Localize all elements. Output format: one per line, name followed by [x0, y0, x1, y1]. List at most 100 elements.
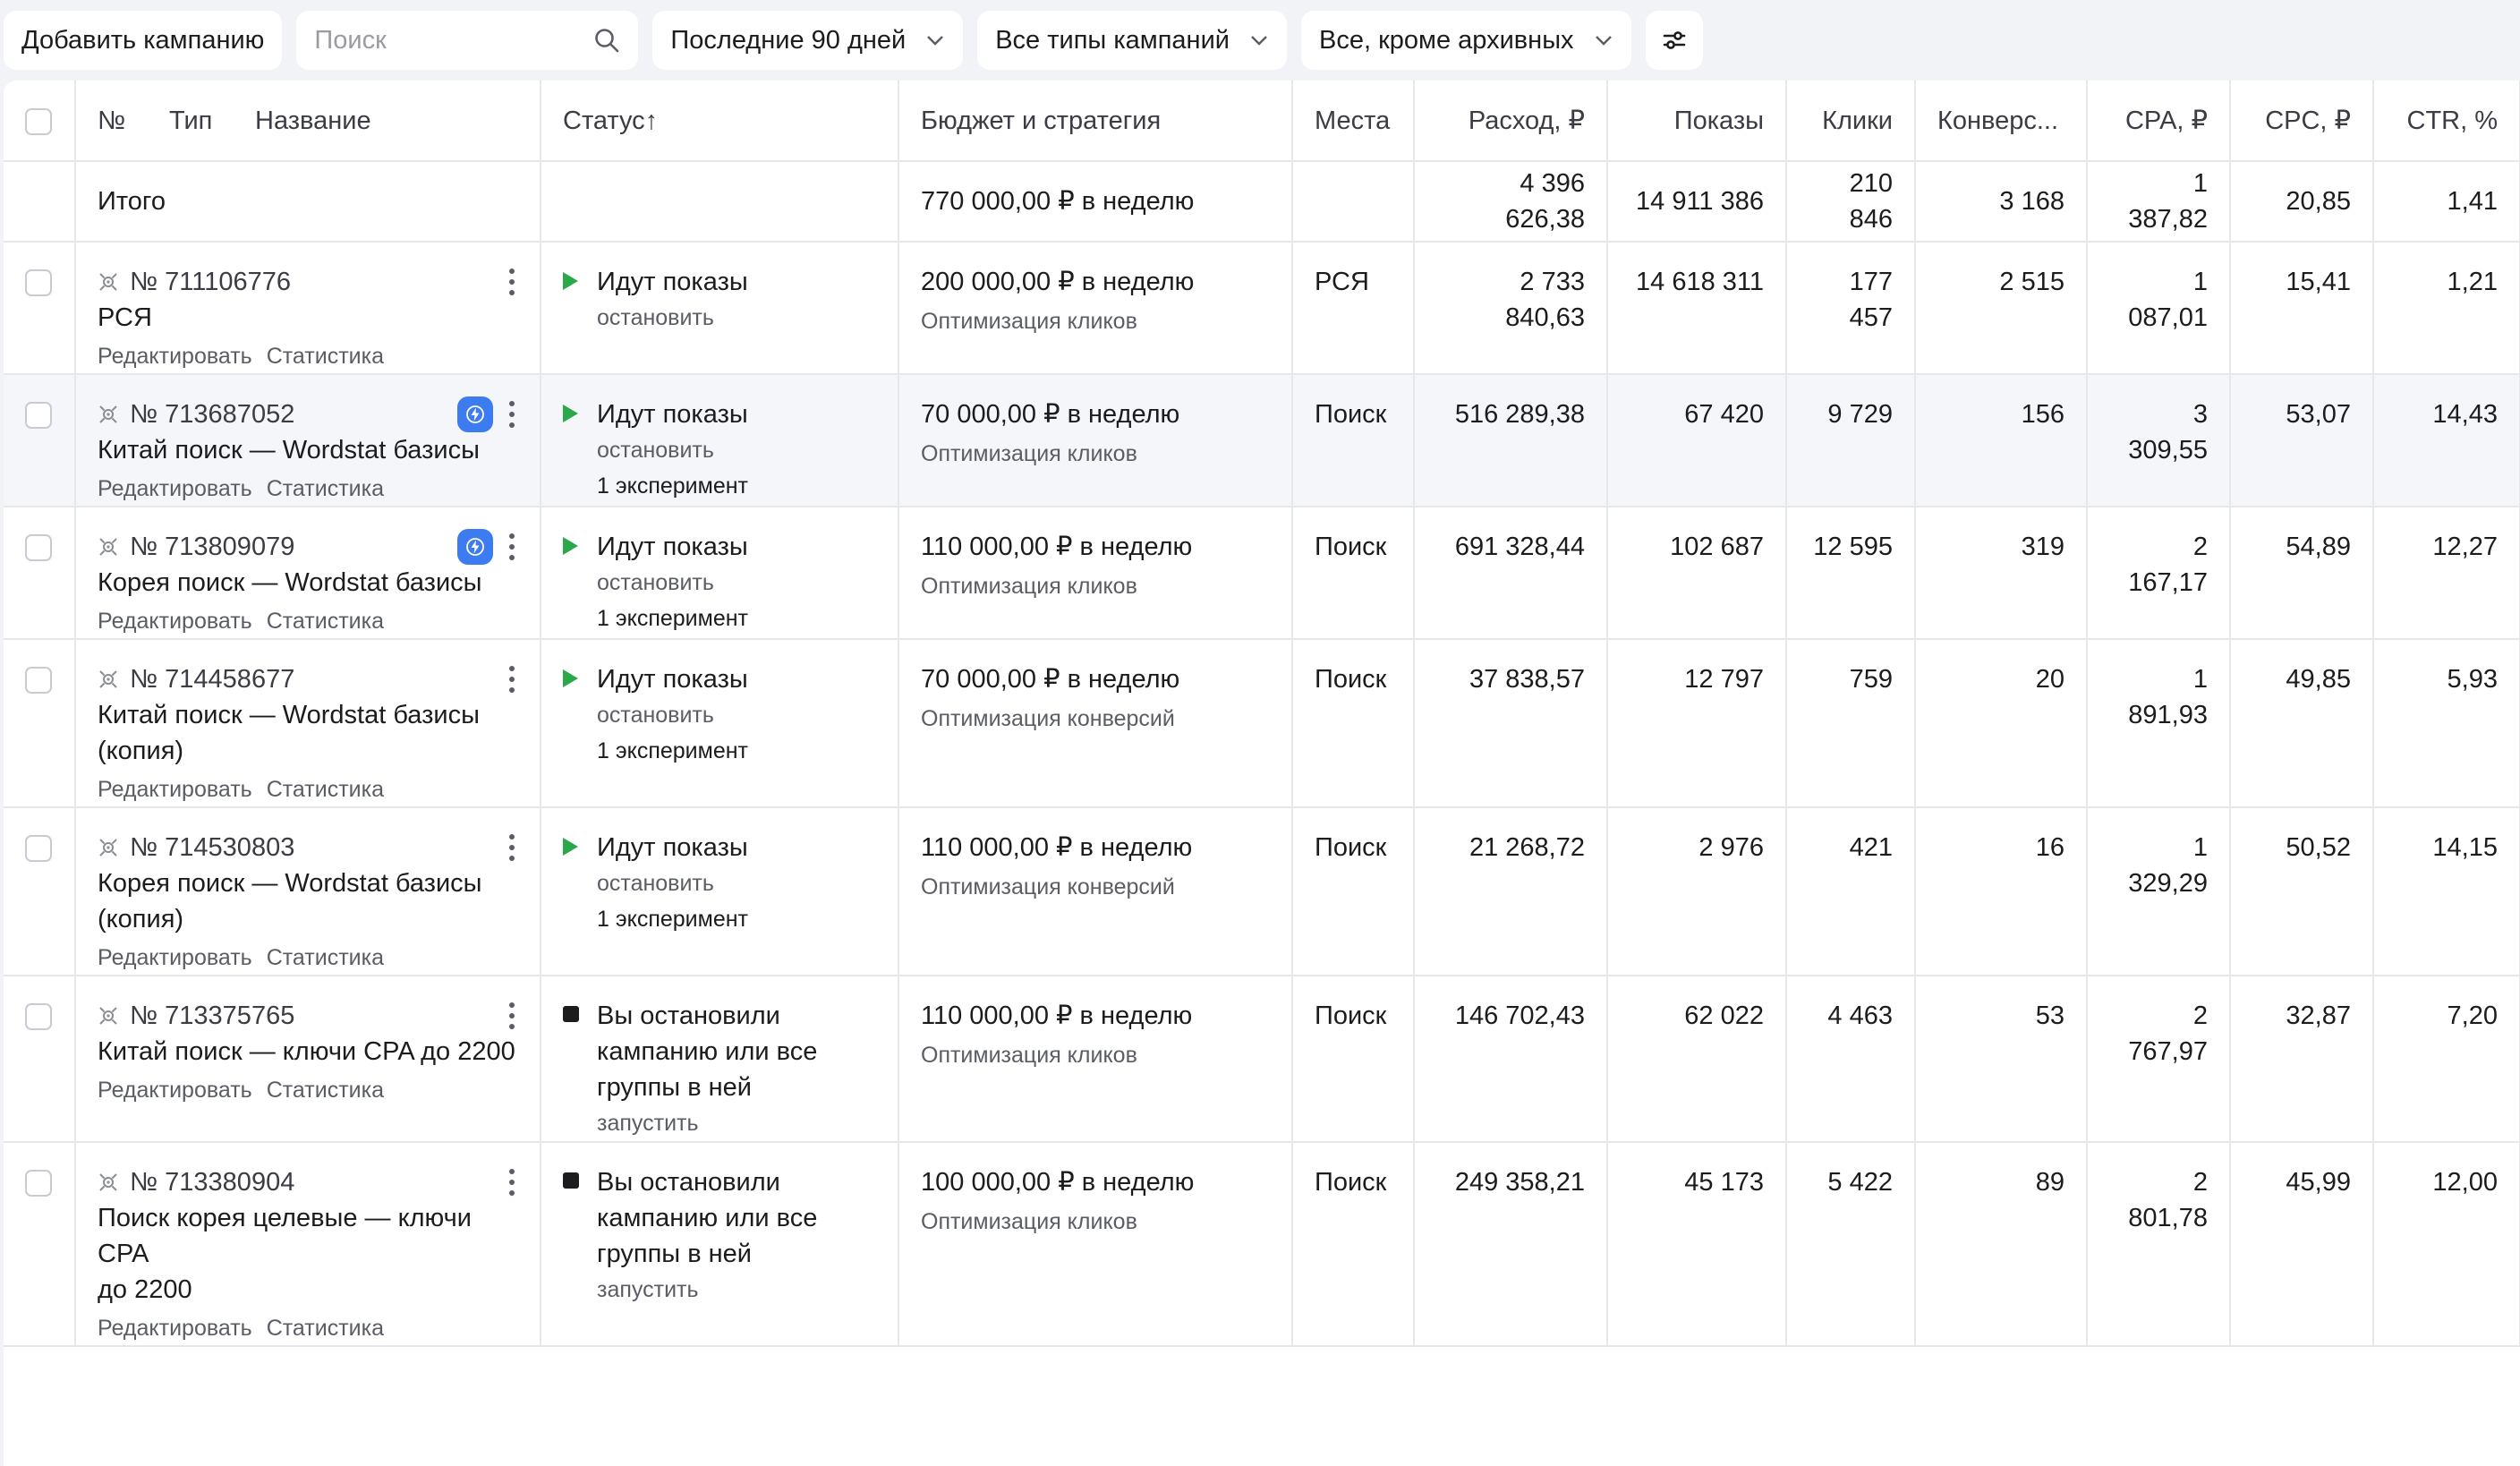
campaign-id: № 713687052	[130, 400, 295, 429]
select-all-checkbox[interactable]	[25, 107, 52, 135]
status-line: Идут показы	[563, 661, 876, 697]
total-conversions: 3 168	[1915, 161, 2088, 243]
kebab-icon[interactable]	[506, 661, 518, 697]
status-text-line: Идут показы	[597, 533, 748, 561]
row-checkbox[interactable]	[25, 667, 52, 694]
status-action-link[interactable]: запустить	[597, 1105, 876, 1141]
ctr-cell: 14,15	[2373, 807, 2520, 976]
table-settings-button[interactable]	[1645, 11, 1703, 70]
stats-link[interactable]: Статистика	[267, 344, 384, 369]
status-text-line: Идут показы	[597, 833, 748, 862]
status-text: Идут показы	[597, 396, 748, 432]
row-checkbox[interactable]	[25, 835, 52, 862]
experiment-label[interactable]: 1 эксперимент	[597, 901, 876, 937]
add-campaign-button[interactable]: Добавить кампанию	[4, 11, 283, 70]
edit-link[interactable]: Редактировать	[98, 344, 252, 369]
row-checkbox[interactable]	[25, 1170, 52, 1197]
campaign-row[interactable]: № 713375765 Китай поиск — ключи CPA до 2…	[4, 976, 2520, 1143]
stats-link[interactable]: Статистика	[267, 1316, 384, 1341]
status-action-link[interactable]: остановить	[597, 300, 876, 336]
row-checkbox[interactable]	[25, 534, 52, 561]
cpc-cell: 45,99	[2230, 1142, 2374, 1347]
search-box[interactable]	[296, 11, 639, 70]
stats-link[interactable]: Статистика	[267, 476, 384, 501]
lightning-icon[interactable]	[457, 529, 493, 565]
cpa-cell: 1 087,01	[2087, 242, 2231, 375]
row-checkbox-cell	[4, 807, 76, 976]
row-checkbox[interactable]	[25, 402, 52, 429]
kebab-icon[interactable]	[506, 1164, 518, 1200]
cpc-cell: 53,07	[2230, 374, 2374, 507]
archive-filter-select[interactable]: Все, кроме архивных	[1300, 11, 1631, 70]
campaign-types-select[interactable]: Все типы кампаний	[977, 11, 1287, 70]
status-action-link[interactable]: остановить	[597, 697, 876, 733]
lightning-icon[interactable]	[457, 396, 493, 432]
period-select[interactable]: Последние 90 дней	[652, 11, 964, 70]
row-checkbox-cell	[4, 507, 76, 640]
strategy-label: Оптимизация кликов	[921, 309, 1137, 334]
header-status[interactable]: Статус↑	[541, 81, 899, 162]
header-conversions[interactable]: Конверс...	[1915, 81, 2088, 162]
header-budget[interactable]: Бюджет и стратегия	[898, 81, 1293, 162]
status-action-link[interactable]: остановить	[597, 432, 876, 468]
clicks-cell: 12 595	[1786, 507, 1916, 640]
header-clicks[interactable]: Клики	[1786, 81, 1916, 162]
campaign-name[interactable]: Китай поиск — Wordstat базисы	[98, 432, 518, 468]
search-icon[interactable]	[593, 27, 620, 54]
search-input[interactable]	[314, 25, 566, 55]
edit-link[interactable]: Редактировать	[98, 609, 252, 634]
header-cpc[interactable]: CPC, ₽	[2230, 81, 2374, 162]
campaign-row[interactable]: № 714530803 Корея поиск — Wordstat базис…	[4, 807, 2520, 976]
campaign-row[interactable]: № 711106776 РСЯ Редактировать Статистика …	[4, 242, 2520, 375]
campaign-name[interactable]: Корея поиск — Wordstat базисы	[98, 565, 518, 601]
kebab-icon[interactable]	[506, 830, 518, 865]
status-action-link[interactable]: остановить	[597, 565, 876, 601]
status-action-link[interactable]: остановить	[597, 865, 876, 901]
campaign-name-line: до 2200	[98, 1275, 192, 1304]
header-ctr[interactable]: CTR, %	[2373, 81, 2520, 162]
experiment-label[interactable]: 1 эксперимент	[597, 733, 876, 769]
campaigns-table: № Тип Название Статус↑ Бюджет и стратегия …	[4, 81, 2520, 1347]
places-cell: Поиск	[1292, 374, 1415, 507]
campaign-name[interactable]: РСЯ	[98, 300, 518, 336]
header-places[interactable]: Места	[1292, 81, 1415, 162]
edit-link[interactable]: Редактировать	[98, 777, 252, 802]
edit-link[interactable]: Редактировать	[98, 945, 252, 970]
row-checkbox[interactable]	[25, 269, 52, 296]
campaign-row[interactable]: № 713687052 Китай поиск — Wordstat базис…	[4, 374, 2520, 507]
kebab-icon[interactable]	[506, 998, 518, 1034]
campaign-row[interactable]: № 714458677 Китай поиск — Wordstat базис…	[4, 639, 2520, 808]
stats-link[interactable]: Статистика	[267, 945, 384, 970]
stats-link[interactable]: Статистика	[267, 609, 384, 634]
campaign-name[interactable]: Китай поиск — Wordstat базисы (копия)	[98, 697, 518, 769]
header-type[interactable]: Тип	[169, 103, 255, 139]
header-impressions[interactable]: Показы	[1607, 81, 1787, 162]
row-checkbox[interactable]	[25, 1003, 52, 1030]
kebab-icon[interactable]	[506, 529, 518, 565]
campaign-row[interactable]: № 713380904 Поиск корея целевые — ключи …	[4, 1142, 2520, 1347]
edit-link[interactable]: Редактировать	[98, 1316, 252, 1341]
stats-link[interactable]: Статистика	[267, 777, 384, 802]
cpa-cell: 2 801,78	[2087, 1142, 2231, 1347]
header-name[interactable]: Название	[255, 107, 371, 135]
stats-link[interactable]: Статистика	[267, 1078, 384, 1103]
header-spend[interactable]: Расход, ₽	[1414, 81, 1608, 162]
header-no[interactable]: №	[98, 103, 169, 139]
kebab-icon[interactable]	[506, 396, 518, 432]
campaign-name[interactable]: Корея поиск — Wordstat базисы (копия)	[98, 865, 518, 937]
campaign-name[interactable]: Поиск корея целевые — ключи CPA до 2200	[98, 1200, 518, 1308]
kebab-icon[interactable]	[506, 264, 518, 300]
campaign-id: № 713380904	[130, 1168, 295, 1197]
campaign-row[interactable]: № 713809079 Корея поиск — Wordstat базис…	[4, 507, 2520, 640]
row-actions	[506, 830, 518, 865]
campaign-name[interactable]: Китай поиск — ключи CPA до 2200	[98, 1034, 518, 1070]
status-action-link[interactable]: запустить	[597, 1272, 876, 1308]
edit-link[interactable]: Редактировать	[98, 1078, 252, 1103]
status-icon	[563, 537, 583, 555]
experiment-label[interactable]: 1 эксперимент	[597, 601, 876, 636]
edit-link[interactable]: Редактировать	[98, 476, 252, 501]
header-cpa[interactable]: CPA, ₽	[2087, 81, 2231, 162]
clicks-cell: 9 729	[1786, 374, 1916, 507]
experiment-label[interactable]: 1 эксперимент	[597, 468, 876, 504]
ctr-cell: 5,93	[2373, 639, 2520, 808]
